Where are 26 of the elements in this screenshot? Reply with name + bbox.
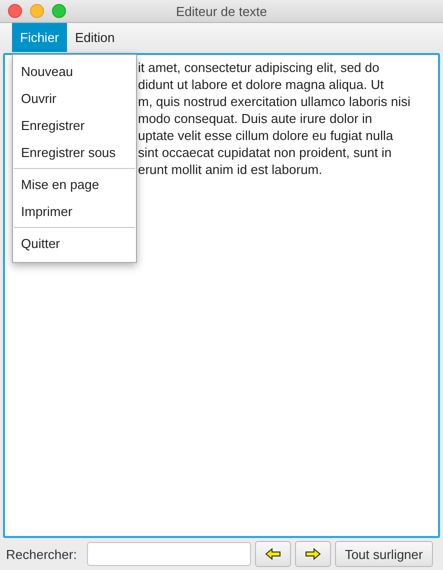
menu-bar-item[interactable]: Edition xyxy=(67,23,123,52)
text-line: m, quis nostrud exercitation ullamco laboris nisi xyxy=(138,93,412,110)
next-button[interactable] xyxy=(294,541,331,567)
close-button[interactable] xyxy=(8,4,22,18)
search-field[interactable] xyxy=(86,542,251,566)
text-line: it amet, consectetur adipiscing elit, sed do xyxy=(138,59,380,76)
text-line: didunt ut labore et dolore magna aliqua. Ut xyxy=(138,76,385,93)
right-arrow-icon xyxy=(304,547,321,561)
menu-item[interactable]: Nouveau xyxy=(13,58,136,85)
text-line: modo consequat. Duis aute irure dolor in xyxy=(138,110,374,127)
minimize-button[interactable] xyxy=(30,4,44,18)
zoom-button[interactable] xyxy=(52,4,66,18)
text-line: sint occaecat cupidatat non proident, sunt in xyxy=(138,144,393,161)
search-label: Rechercher: xyxy=(6,546,77,562)
menu-item[interactable]: Enregistrer xyxy=(13,112,136,139)
menu-item[interactable]: Mise en page xyxy=(13,171,136,198)
text-line: uptate velit esse cillum dolore eu fugiat nulla xyxy=(138,127,394,144)
menu-item[interactable]: Imprimer xyxy=(13,198,136,225)
highlight-all-button[interactable]: Tout surligner xyxy=(334,541,433,567)
text-line: erunt mollit anim id est laborum. xyxy=(138,161,324,178)
window-title: Editeur de texte xyxy=(176,4,268,18)
menu-item[interactable]: Enregistrer sous xyxy=(13,139,136,166)
previous-button[interactable] xyxy=(254,541,291,567)
menu-item[interactable]: Quitter xyxy=(13,230,136,257)
left-arrow-icon xyxy=(264,547,281,561)
menu-item[interactable]: Ouvrir xyxy=(13,85,136,112)
